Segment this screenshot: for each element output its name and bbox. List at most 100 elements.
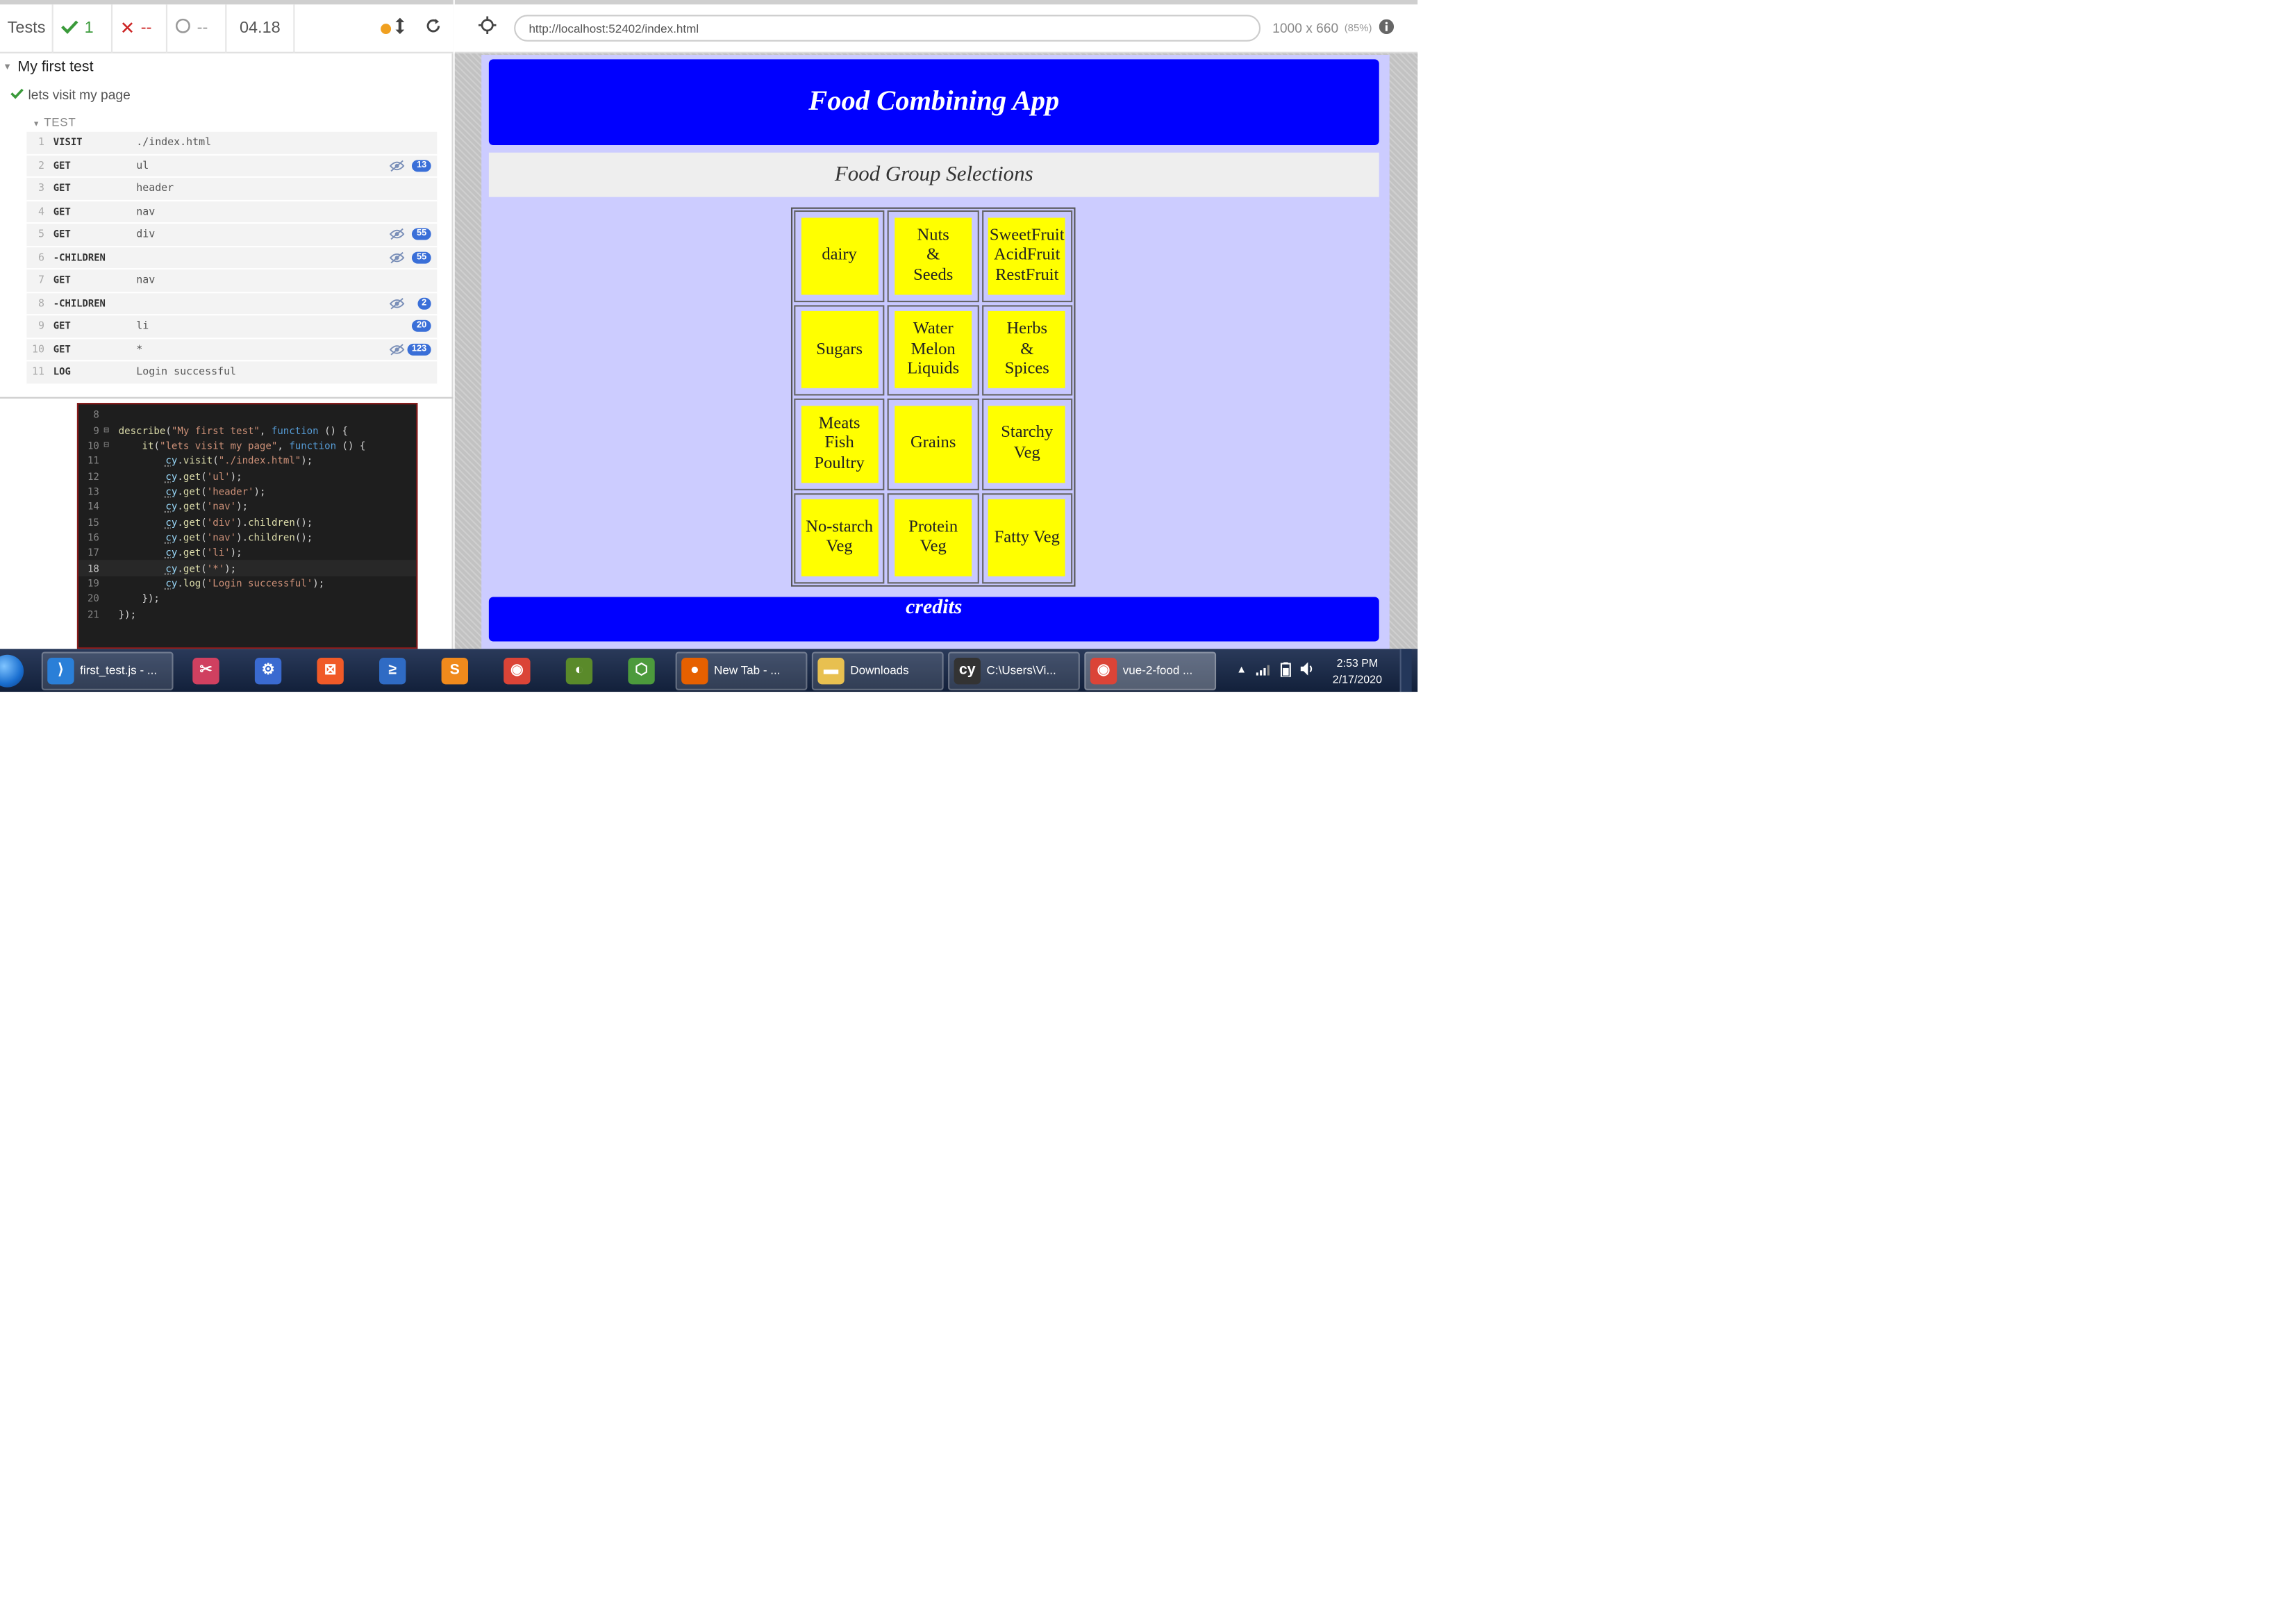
food-group-tile[interactable]: dairy (801, 217, 879, 294)
code-line[interactable]: 20 }); (78, 591, 416, 606)
command-row[interactable]: 11 LOG Login successful (26, 361, 438, 385)
food-group-cell: No-starch Veg (794, 492, 885, 584)
command-row[interactable]: 4 GET nav (26, 201, 438, 224)
taskbar-button[interactable]: cy C:\Users\Vi... (948, 651, 1080, 690)
suite-row[interactable]: ▼ My first test (3, 59, 93, 75)
info-icon[interactable] (1379, 15, 1395, 41)
app-footer: credits (488, 597, 1379, 642)
food-group-tile[interactable]: Starchy Veg (988, 405, 1066, 483)
battery-icon[interactable] (1279, 661, 1291, 679)
element-count-badge: 123 (407, 342, 431, 355)
taskbar-button[interactable]: ⟩ first_test.js - ... (41, 651, 174, 690)
taskbar-button[interactable]: ⚙ (240, 651, 297, 689)
credits-link[interactable]: credits (906, 597, 962, 642)
signal-icon[interactable] (1255, 663, 1270, 677)
command-row[interactable]: 3 GET header (26, 177, 438, 201)
duration: 04.18 (226, 3, 295, 53)
food-group-cell: Protein Veg (888, 492, 979, 584)
food-group-tile[interactable]: Sugars (801, 311, 879, 389)
command-row[interactable]: 5 GET div 55 (26, 224, 438, 247)
taskbar-button[interactable]: ⊠ (302, 651, 358, 689)
crosshair-icon (478, 15, 497, 41)
url-bar[interactable]: http://localhost:52402/index.html (514, 15, 1261, 42)
command-row[interactable]: 8 -CHILDREN 2 (26, 292, 438, 316)
command-name: GET (53, 182, 71, 194)
volume-icon[interactable] (1299, 662, 1315, 678)
tests-label[interactable]: Tests (0, 3, 53, 53)
code-line[interactable]: 10 ⊟ it("lets visit my page", function ()… (78, 438, 416, 454)
taskbar-button[interactable]: ● New Tab - ... (675, 651, 808, 690)
clock-time: 2:53 PM (1336, 655, 1379, 670)
chrome-icon: ◉ (504, 656, 531, 684)
test-row[interactable]: lets visit my page (10, 88, 131, 102)
element-count-badge: 20 (412, 319, 431, 332)
command-row[interactable]: 2 GET ul 13 (26, 154, 438, 178)
code-line[interactable]: 8 (78, 408, 416, 423)
show-desktop-button[interactable] (1399, 649, 1412, 692)
code-line[interactable]: 12 cy.get('ul'); (78, 469, 416, 484)
line-number: 15 (87, 516, 99, 529)
line-number: 12 (87, 470, 99, 483)
food-group-tile[interactable]: Herbs & Spices (988, 311, 1066, 389)
taskbar-button[interactable]: ✂ (178, 651, 234, 689)
code-line[interactable]: 21}); (78, 606, 416, 622)
food-group-tile[interactable]: No-starch Veg (801, 499, 879, 577)
reload-button[interactable] (425, 18, 441, 39)
test-section-label[interactable]: ▼ TEST (33, 115, 76, 128)
viewport-scale: (85%) (1344, 23, 1372, 33)
start-button[interactable] (0, 649, 33, 692)
command-row[interactable]: 9 GET li 20 (26, 315, 438, 339)
line-number: 14 (87, 501, 99, 513)
code-line[interactable]: 11 cy.visit("./index.html"); (78, 454, 416, 469)
code-line[interactable]: 9 ⊟ describe("My first test", function () … (78, 423, 416, 438)
food-group-tile[interactable]: Fatty Veg (988, 499, 1066, 577)
code-text: it("lets visit my page", function () { (142, 440, 366, 452)
command-row[interactable]: 7 GET nav (26, 269, 438, 293)
code-line[interactable]: 16 cy.get('nav').children(); (78, 530, 416, 545)
food-group-tile[interactable]: Protein Veg (895, 499, 972, 577)
viewport-dimensions: 1000 x 660 (1272, 20, 1339, 36)
code-line[interactable]: 19 cy.log('Login successful'); (78, 576, 416, 591)
food-group-tile[interactable]: Water Melon Liquids (895, 311, 972, 389)
taskbar-button[interactable]: ⬡ (613, 651, 669, 689)
food-group-tile[interactable]: Meats Fish Poultry (801, 405, 879, 483)
code-line[interactable]: 13 cy.get('header'); (78, 484, 416, 499)
food-group-tile[interactable]: Nuts & Seeds (895, 217, 972, 294)
code-text: cy.get('li'); (165, 547, 242, 559)
firefox-icon: ● (681, 656, 708, 684)
auto-scroll-toggle[interactable] (381, 17, 405, 39)
code-line[interactable]: 17 cy.get('li'); (78, 545, 416, 560)
command-row[interactable]: 1 VISIT ./index.html (26, 131, 438, 155)
taskbar-button[interactable]: S (426, 651, 483, 689)
command-message: nav (136, 205, 156, 218)
command-row[interactable]: 10 GET * 123 (26, 338, 438, 362)
taskbar-button[interactable]: ◉ vue-2-food ... (1084, 651, 1217, 690)
test-tree: ▼ My first test lets visit my page ▼ TES… (0, 53, 454, 394)
code-line[interactable]: 15 cy.get('div').children(); (78, 515, 416, 530)
command-row[interactable]: 6 -CHILDREN 55 (26, 247, 438, 270)
suite-title: My first test (17, 59, 94, 76)
code-line[interactable]: 18 cy.get('*'); (78, 560, 417, 576)
scrollbar[interactable] (1390, 55, 1418, 649)
updown-arrow-icon (395, 17, 405, 39)
fold-icon: ⊟ (103, 440, 110, 451)
command-name: VISIT (53, 136, 83, 149)
selector-playground-button[interactable] (472, 15, 502, 41)
tray-expand-icon[interactable]: ▲ (1236, 665, 1247, 676)
test-title: lets visit my page (28, 87, 131, 103)
taskbar-button[interactable]: ◉ (489, 651, 545, 689)
line-number: 9 (93, 424, 99, 437)
taskbar-button-label: vue-2-food ... (1122, 663, 1193, 677)
line-number: 20 (87, 592, 99, 605)
taskbar-button[interactable]: ≥ (365, 651, 421, 689)
command-name: GET (53, 320, 71, 333)
food-group-tile[interactable]: Grains (895, 405, 972, 483)
command-number: 3 (38, 182, 44, 194)
clock[interactable]: 2:53 PM 2/17/2020 (1333, 654, 1382, 687)
taskbar-button[interactable]: ◐ (551, 651, 607, 689)
hidden-eye-icon (389, 159, 405, 172)
food-group-tile[interactable]: SweetFruit AcidFruit RestFruit (988, 217, 1066, 294)
taskbar-button[interactable]: ▬ Downloads (811, 651, 944, 690)
code-line[interactable]: 14 cy.get('nav'); (78, 499, 416, 515)
command-name: GET (53, 159, 71, 172)
